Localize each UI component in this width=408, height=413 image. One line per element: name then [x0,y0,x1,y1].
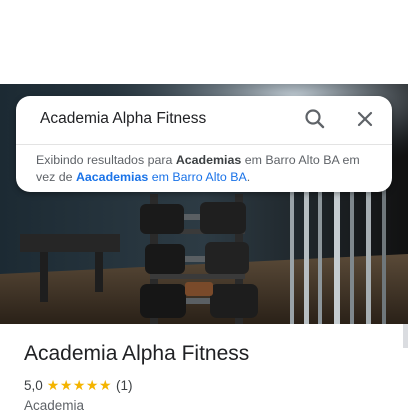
close-button[interactable] [352,106,378,132]
place-panel: Academia Alpha Fitness 5,0 ★★★★★ (1) Acade… [0,324,408,413]
suggestion-alt-term-link[interactable]: Aacademias [76,170,148,184]
rating-row[interactable]: 5,0 ★★★★★ (1) [24,376,133,394]
search-button[interactable] [302,106,328,132]
search-icon [305,109,325,129]
suggestion-shown-term: Academias [175,153,242,167]
search-box: Academia Alpha Fitness Exibindo resultad… [16,96,392,192]
suggestion-suffix: . [246,170,251,184]
place-title: Academia Alpha Fitness [24,342,250,365]
close-icon [357,111,373,127]
search-suggestion: Exibindo resultados para Academias em Ba… [36,152,376,186]
divider [16,144,392,145]
suggestion-prefix: Exibindo resultados para [36,153,176,167]
search-input[interactable]: Academia Alpha Fitness [40,108,206,130]
suggestion-alt-location-link[interactable]: em Barro Alto BA [148,170,247,184]
place-category: Academia [24,398,85,413]
rating-stars: ★★★★★ [46,377,113,393]
scrollbar[interactable] [403,324,408,348]
rating-value: 5,0 [24,378,43,393]
review-count[interactable]: (1) [116,378,133,393]
